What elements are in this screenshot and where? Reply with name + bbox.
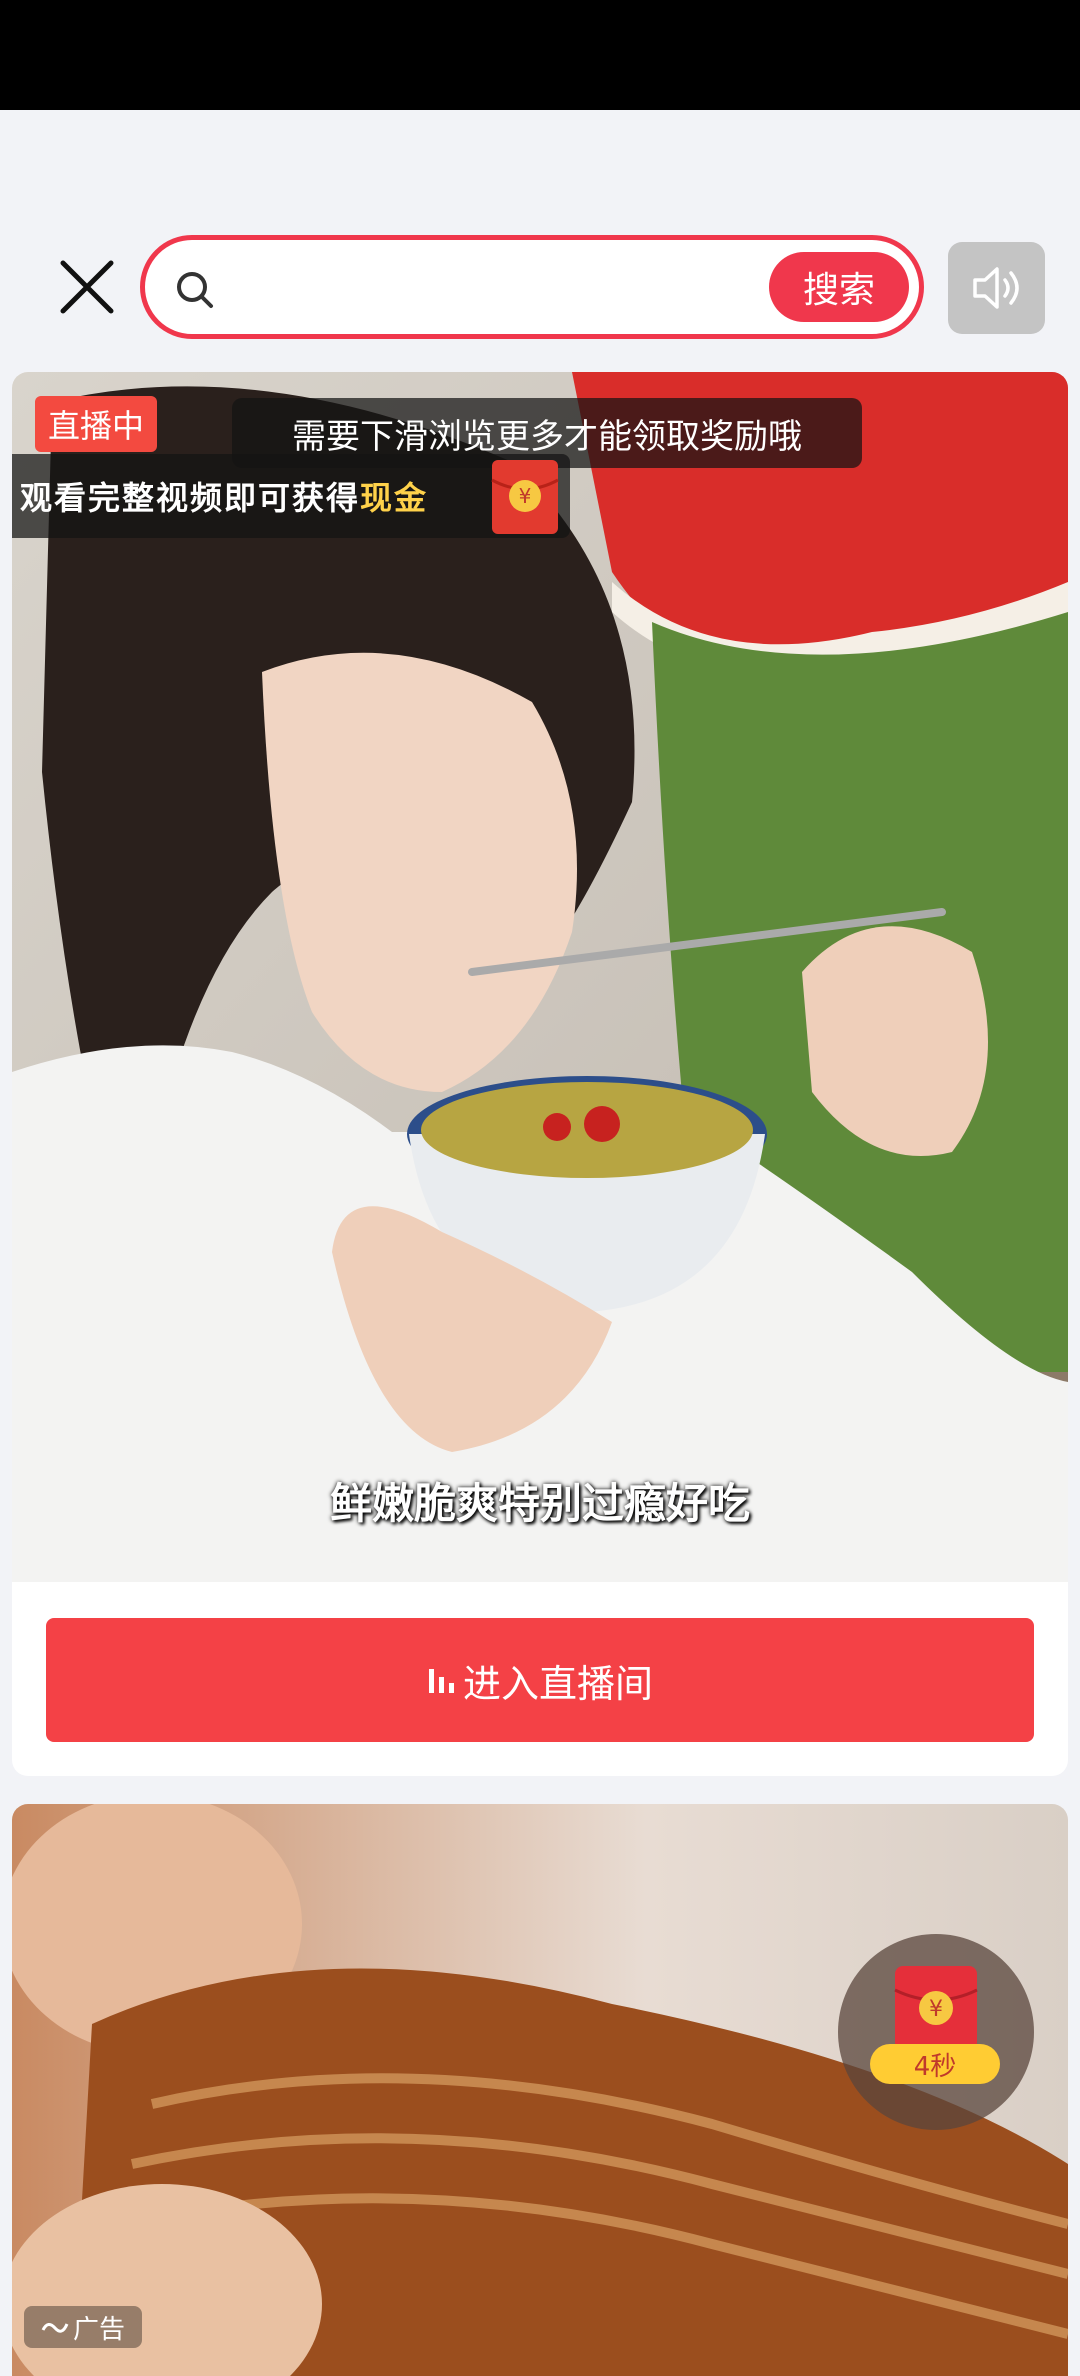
live-video-image [12,372,1068,1582]
live-video-frame[interactable]: 直播中 需要下滑浏览更多才能领取奖励哦 观看完整视频即可获得 现金 ¥ 鲜嫩脆爽… [12,372,1068,1582]
live-bars-icon [428,1669,454,1693]
sound-button[interactable] [948,242,1045,334]
ad-wave-icon [41,2323,69,2333]
ad-badge: 广告 [24,2306,142,2348]
reward-text: 观看完整视频即可获得 [20,479,361,517]
status-bar [0,0,1080,110]
speaker-icon [972,267,1019,309]
countdown-label: 4秒 [870,2044,1000,2084]
search-icon [177,272,213,308]
search-bar[interactable]: 搜索 [140,235,924,339]
search-button[interactable]: 搜索 [769,252,909,322]
svg-text:¥: ¥ [929,1997,943,2022]
live-stream-card[interactable]: 直播中 需要下滑浏览更多才能领取奖励哦 观看完整视频即可获得 现金 ¥ 鲜嫩脆爽… [12,372,1068,1776]
live-badge: 直播中 [35,396,157,452]
red-envelope-icon: ¥ [894,1966,978,2050]
svg-text:¥: ¥ [519,484,532,508]
reward-timer-widget[interactable]: ¥ 4秒 [838,1934,1034,2130]
red-envelope-icon: ¥ [491,460,559,534]
close-icon [60,260,114,314]
enter-live-room-button[interactable]: 进入直播间 [46,1618,1034,1742]
close-button[interactable] [55,255,119,319]
reward-banner: 观看完整视频即可获得 现金 ¥ [12,454,570,538]
search-input[interactable] [235,258,719,320]
ad-label: 广告 [72,2314,125,2345]
video-subtitle: 鲜嫩脆爽特别过瘾好吃 [329,1479,750,1528]
enter-live-room-label: 进入直播间 [462,1661,653,1706]
reward-highlight: 现金 [360,479,429,517]
